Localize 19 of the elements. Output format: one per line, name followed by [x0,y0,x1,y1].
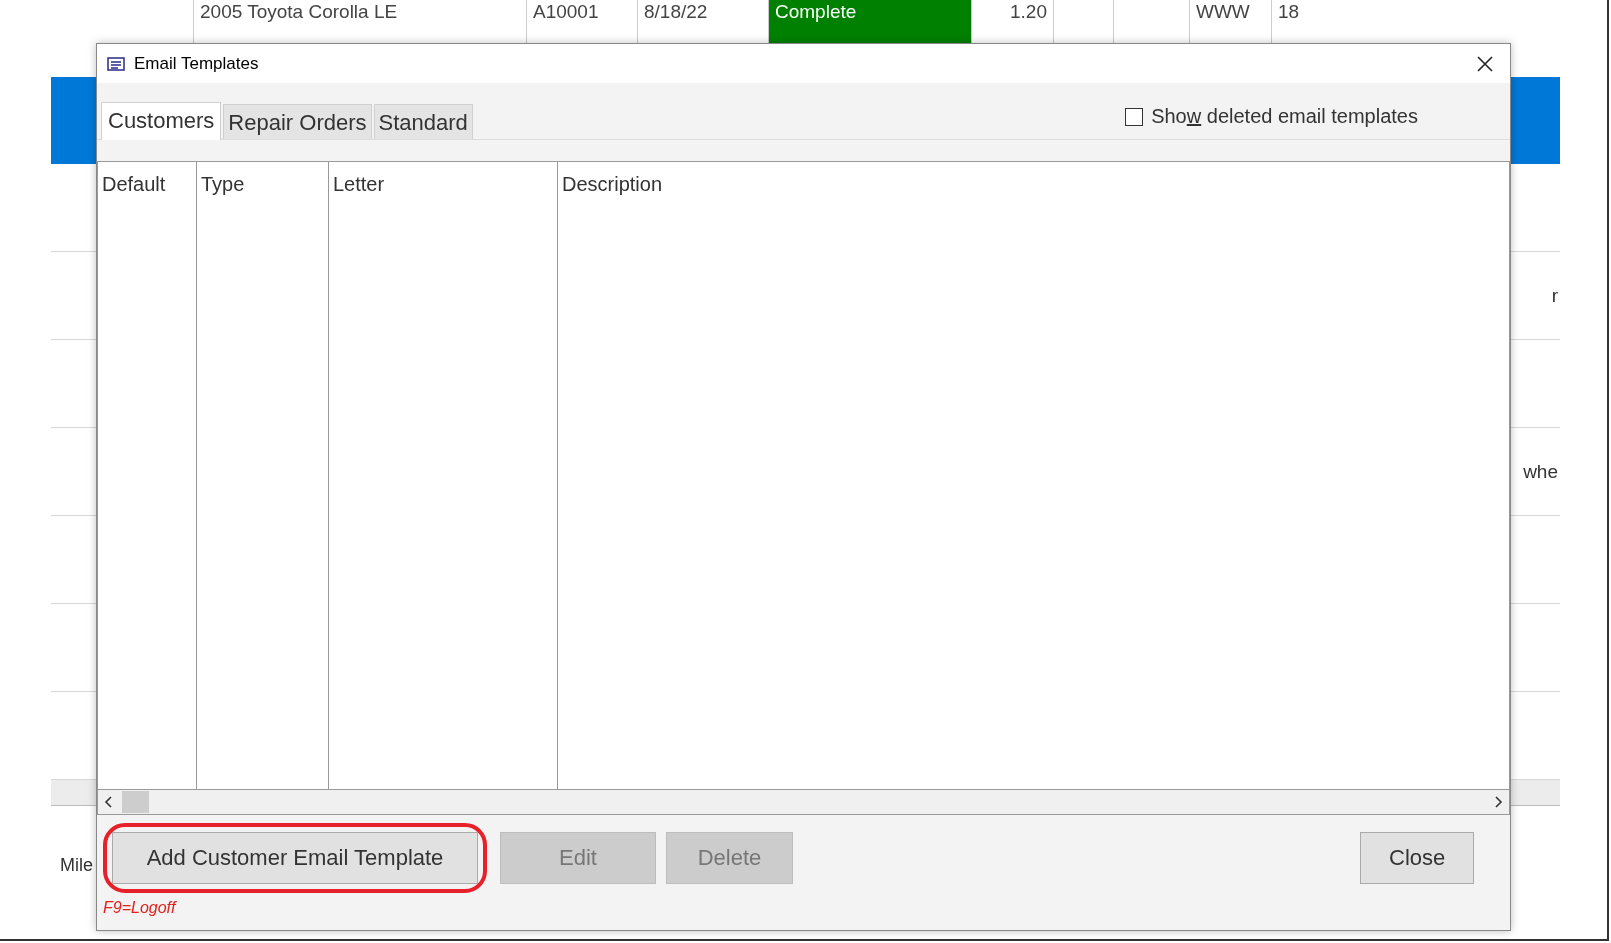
window-title: Email Templates [134,53,260,74]
checkbox-label[interactable]: Show deleted email templates [1151,105,1418,128]
scroll-right-icon[interactable] [1493,796,1503,808]
scroll-thumb[interactable] [122,791,149,813]
field-label: Mile [60,855,93,876]
checkbox[interactable] [1125,107,1144,126]
scroll-left-icon[interactable] [104,796,114,808]
tab[interactable]: Standard [373,104,473,139]
envelope-icon [107,56,125,71]
status-cell: Complete [768,0,971,43]
tab[interactable]: Customers [101,102,222,140]
text-fragment: whe [1523,460,1559,483]
close-icon [1477,55,1493,72]
shortcut-hint: F9=Logoff [103,899,178,917]
button[interactable]: Close [1360,832,1475,884]
horizontal-scrollbar[interactable] [97,790,1510,815]
tab[interactable]: Repair Orders [223,104,372,139]
button[interactable]: Add Customer Email Template [112,832,478,884]
text-fragment: r [1551,284,1559,307]
